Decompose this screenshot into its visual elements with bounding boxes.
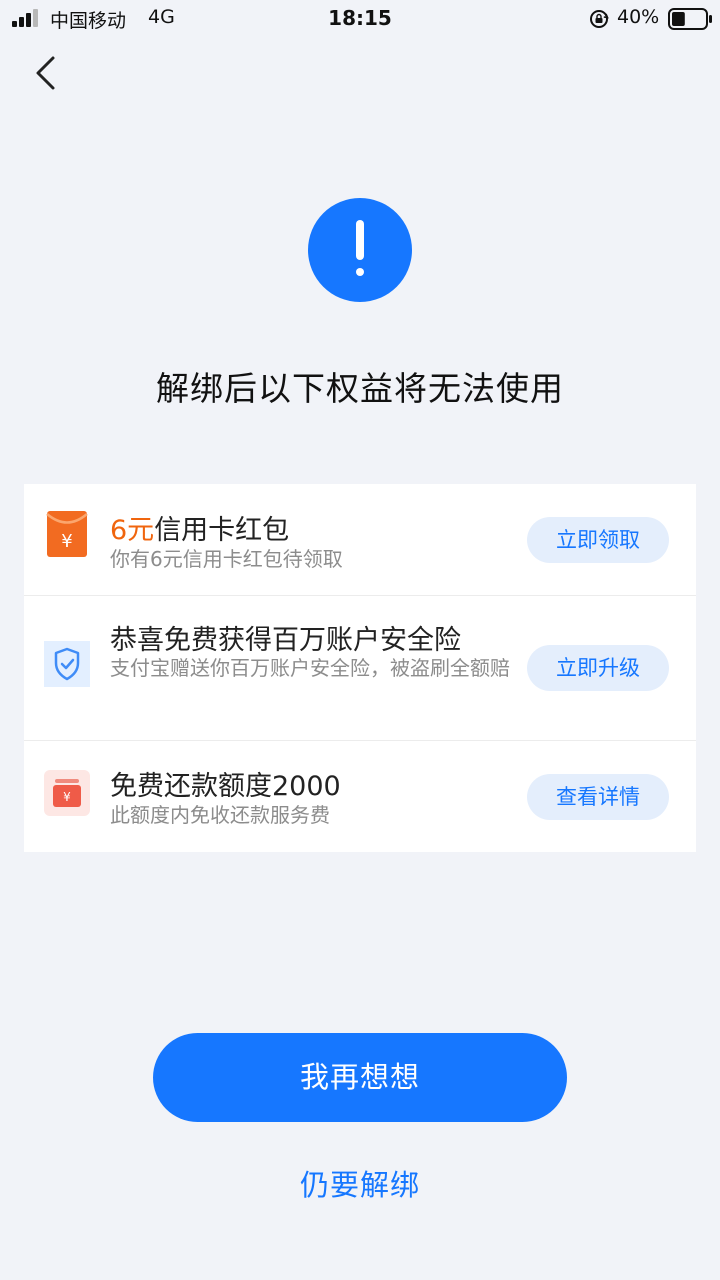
- shield-check-icon: [44, 641, 90, 687]
- status-bar: 中国移动 4G 18:15 40%: [0, 0, 720, 40]
- reconsider-button[interactable]: 我再想想: [153, 1033, 567, 1122]
- benefit-description: 支付宝赠送你百万账户安全险，被盗刷全额赔: [110, 656, 510, 680]
- svg-text:¥: ¥: [63, 790, 71, 804]
- status-time: 18:15: [328, 6, 392, 30]
- battery-icon: [668, 8, 712, 30]
- view-details-button[interactable]: 查看详情: [527, 774, 669, 820]
- benefit-description: 你有6元信用卡红包待领取: [110, 547, 343, 571]
- benefits-list: ¥ 6元信用卡红包 你有6元信用卡红包待领取 立即领取 恭喜免费获得百万账户安全…: [24, 484, 696, 852]
- upgrade-now-button[interactable]: 立即升级: [527, 645, 669, 691]
- battery-percentage: 40%: [617, 6, 660, 28]
- yuan-card-icon: ¥: [44, 770, 90, 816]
- benefit-title: 恭喜免费获得百万账户安全险: [110, 625, 461, 656]
- svg-text:¥: ¥: [61, 531, 72, 552]
- claim-now-button[interactable]: 立即领取: [527, 517, 669, 563]
- benefit-title: 免费还款额度2000: [110, 771, 341, 802]
- benefit-item-repayment-quota: ¥ 免费还款额度2000 此额度内免收还款服务费 查看详情: [24, 740, 696, 852]
- red-envelope-icon: ¥: [46, 511, 88, 557]
- chevron-left-icon: [36, 56, 55, 90]
- unbind-anyway-button[interactable]: 仍要解绑: [0, 1162, 720, 1204]
- back-button[interactable]: [24, 52, 68, 96]
- rotation-lock-icon: [590, 10, 609, 28]
- benefit-title: 6元信用卡红包: [110, 515, 290, 546]
- page-title: 解绑后以下权益将无法使用: [156, 369, 564, 408]
- benefit-item-red-envelope: ¥ 6元信用卡红包 你有6元信用卡红包待领取 立即领取: [24, 484, 696, 595]
- exclamation-icon: [308, 198, 412, 302]
- benefit-description: 此额度内免收还款服务费: [110, 803, 330, 827]
- benefit-item-security-insurance: 恭喜免费获得百万账户安全险 支付宝赠送你百万账户安全险，被盗刷全额赔 立即升级: [24, 595, 696, 740]
